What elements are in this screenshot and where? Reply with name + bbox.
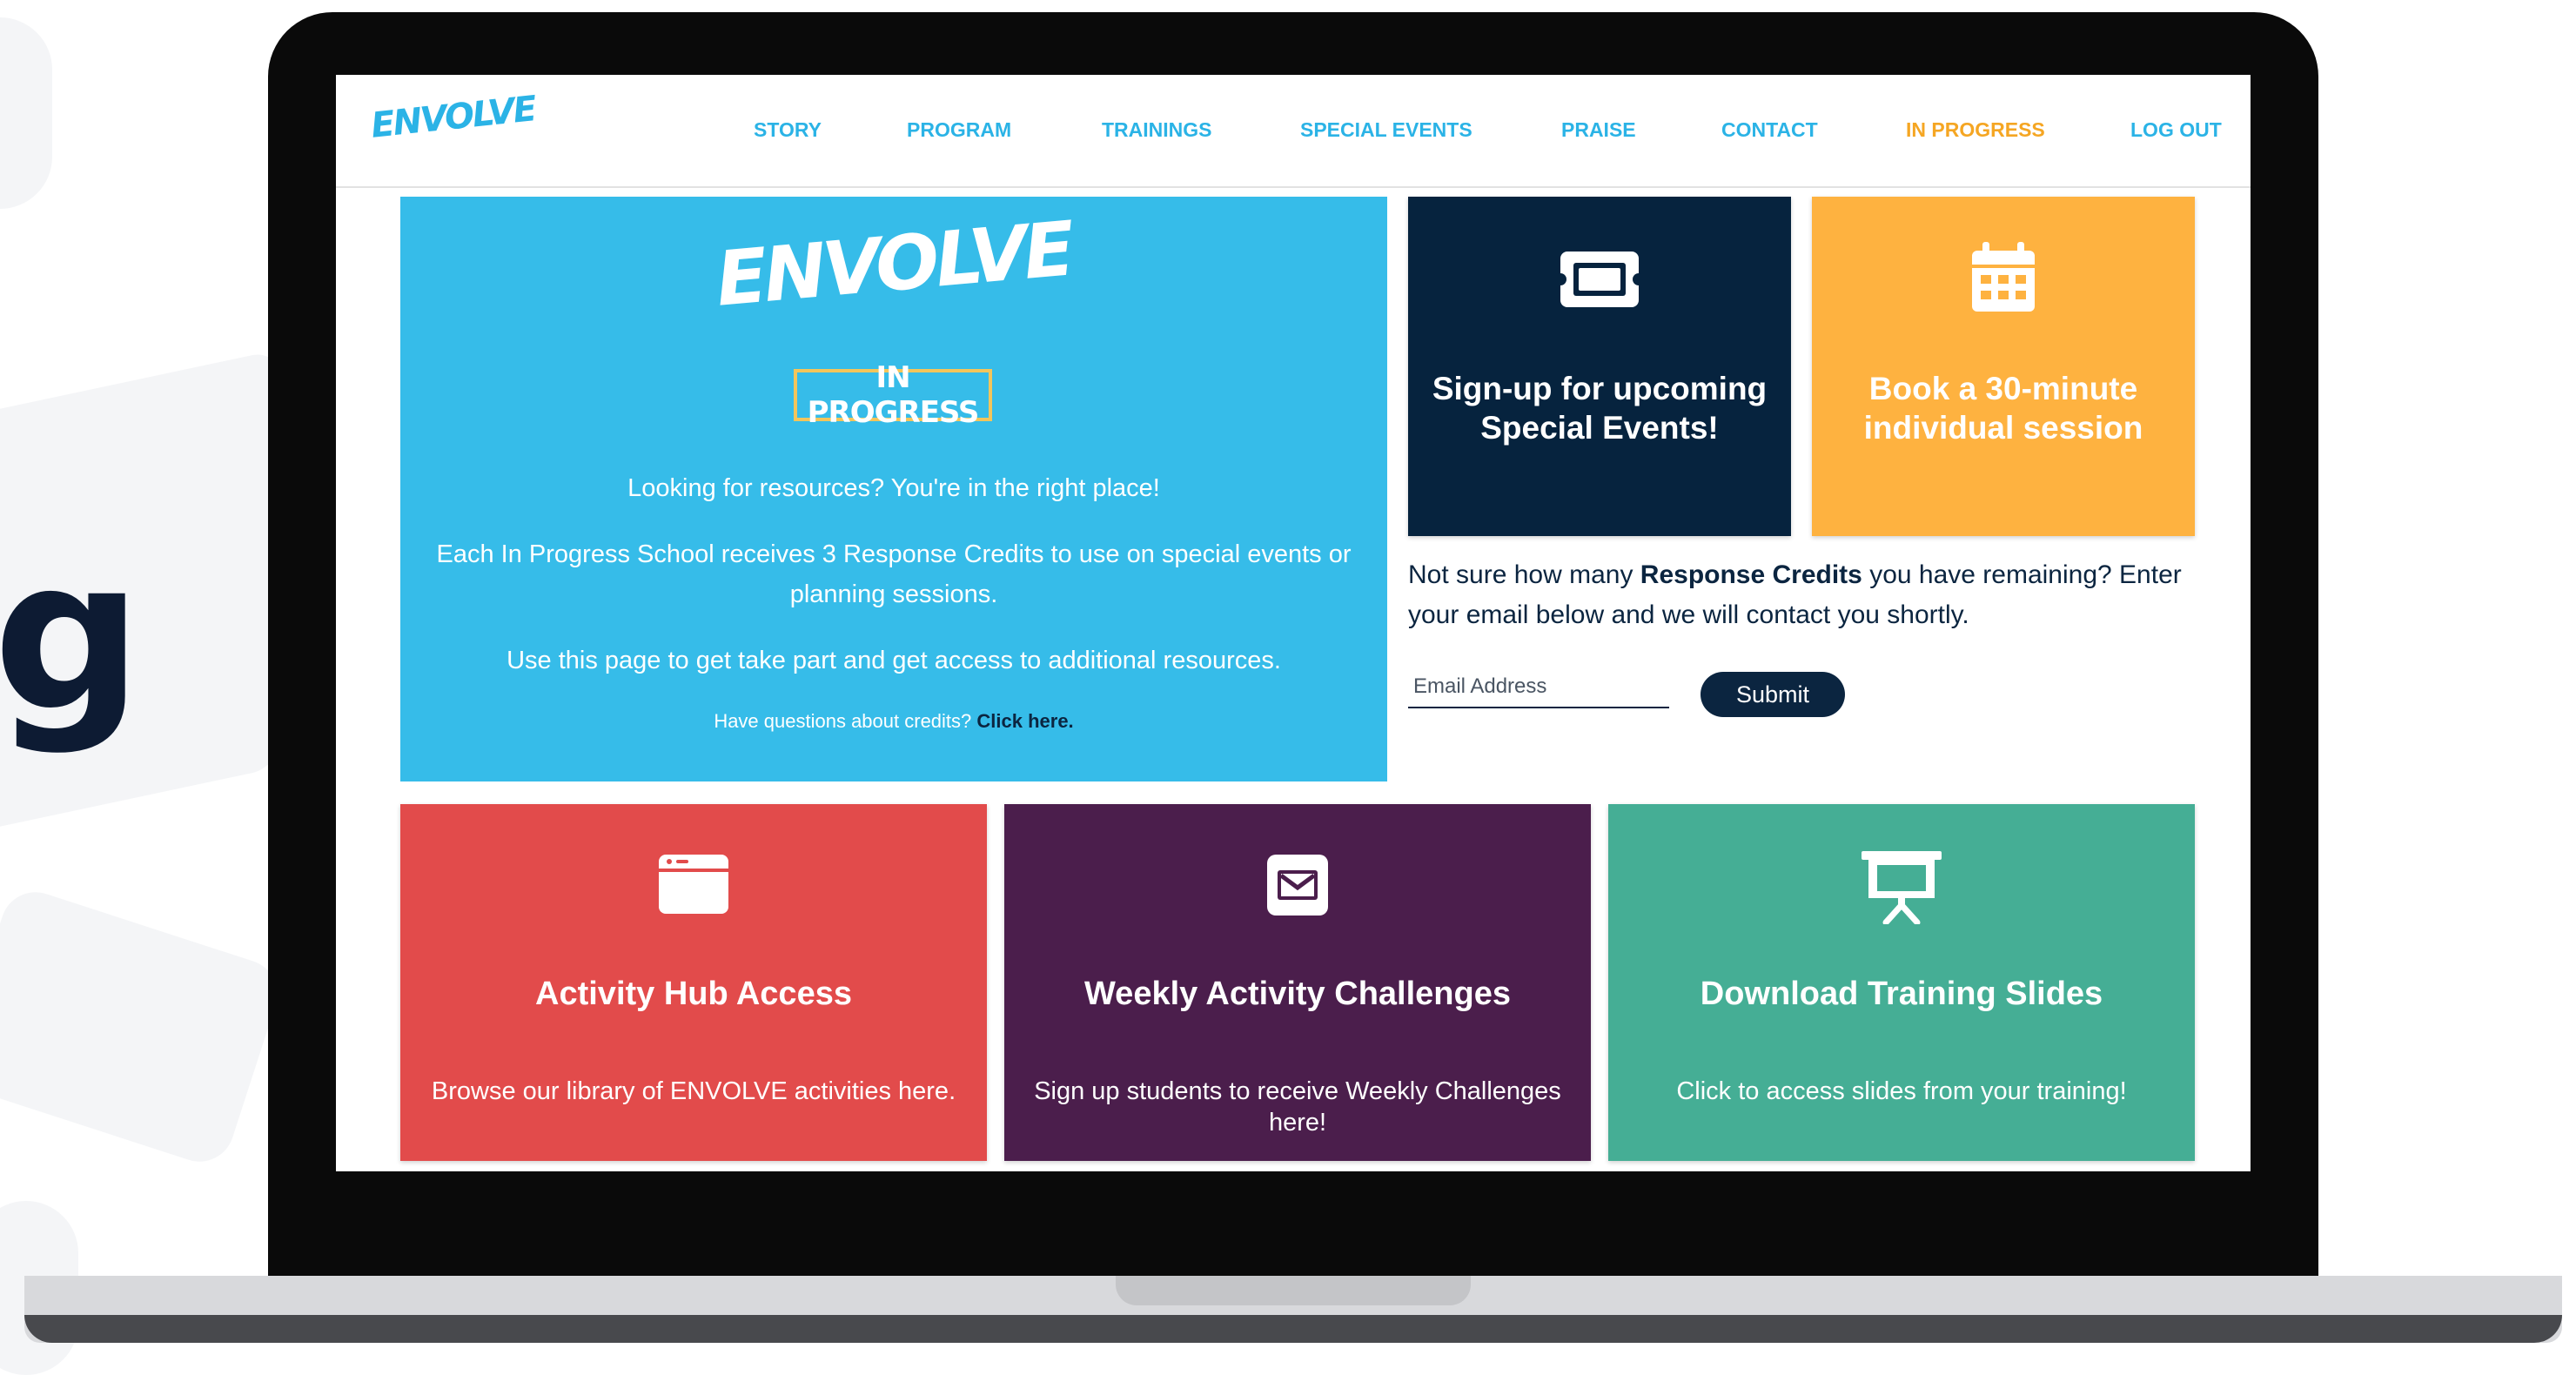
laptop-notch <box>1116 1276 1471 1305</box>
credits-info-bold: Response Credits <box>1640 560 1862 589</box>
browser-window-icon <box>659 855 728 914</box>
cropped-heading-glyph: g <box>0 513 143 757</box>
click-here-link[interactable]: Click here. <box>976 710 1073 732</box>
book-session-title: Book a 30-minute individual session <box>1863 371 2143 446</box>
special-events-card[interactable]: Sign-up for upcoming Special Events! <box>1408 197 1791 536</box>
in-progress-badge: IN PROGRESS <box>794 360 992 430</box>
envolve-logo[interactable]: ENVOLVE <box>369 89 537 146</box>
calendar-icon <box>1972 242 2035 312</box>
nav-program[interactable]: PROGRAM <box>907 118 1011 142</box>
email-input[interactable] <box>1408 667 1669 708</box>
nav-in-progress[interactable]: IN PROGRESS <box>1906 118 2045 142</box>
nav-special-events[interactable]: SPECIAL EVENTS <box>1300 118 1472 142</box>
hero-question: Have questions about credits? Click here… <box>400 710 1387 733</box>
presentation-board-icon <box>1862 851 1942 924</box>
submit-button[interactable]: Submit <box>1701 672 1845 717</box>
hero-intro-text: Looking for resources? You're in the rig… <box>627 474 1160 502</box>
book-session-card[interactable]: Book a 30-minute individual session <box>1812 197 2195 536</box>
nav-log-out[interactable]: LOG OUT <box>2130 118 2222 142</box>
background-shape <box>0 882 287 1171</box>
hero-question-text: Have questions about credits? <box>714 710 977 732</box>
laptop-base-edge <box>24 1315 2562 1343</box>
special-events-title: Sign-up for upcoming Special Events! <box>1432 371 1768 446</box>
credits-info-pre: Not sure how many <box>1408 560 1640 589</box>
weekly-challenges-card[interactable]: Weekly Activity Challenges Sign up stude… <box>1004 804 1591 1161</box>
background-shape <box>0 17 52 209</box>
activity-hub-description: Browse our library of ENVOLVE activities… <box>431 1077 956 1105</box>
laptop-screen: ENVOLVE STORY PROGRAM TRAININGS SPECIAL … <box>336 75 2251 1171</box>
credits-info: Not sure how many Response Credits you h… <box>1408 555 2226 635</box>
hero-panel: ENVOLVE IN PROGRESS Looking for resource… <box>400 197 1387 781</box>
training-slides-description: Click to access slides from your trainin… <box>1676 1077 2127 1105</box>
hero-usage-text: Use this page to get take part and get a… <box>506 647 1281 674</box>
activity-hub-card[interactable]: Activity Hub Access Browse our library o… <box>400 804 987 1161</box>
nav-story[interactable]: STORY <box>754 118 822 142</box>
weekly-challenges-description: Sign up students to receive Weekly Chall… <box>1034 1077 1561 1137</box>
hero-credits-text: Each In Progress School receives 3 Respo… <box>436 540 1352 608</box>
top-navigation: ENVOLVE STORY PROGRAM TRAININGS SPECIAL … <box>336 75 2251 188</box>
training-slides-title: Download Training Slides <box>1700 976 2103 1012</box>
nav-praise[interactable]: PRAISE <box>1561 118 1636 142</box>
training-slides-card[interactable]: Download Training Slides Click to access… <box>1608 804 2195 1161</box>
weekly-challenges-title: Weekly Activity Challenges <box>1084 976 1511 1012</box>
hero-logo: ENVOLVE <box>712 205 1076 324</box>
nav-trainings[interactable]: TRAININGS <box>1102 118 1212 142</box>
envelope-icon <box>1267 855 1328 916</box>
activity-hub-title: Activity Hub Access <box>535 976 852 1012</box>
nav-contact[interactable]: CONTACT <box>1721 118 1818 142</box>
ticket-icon <box>1558 252 1641 307</box>
